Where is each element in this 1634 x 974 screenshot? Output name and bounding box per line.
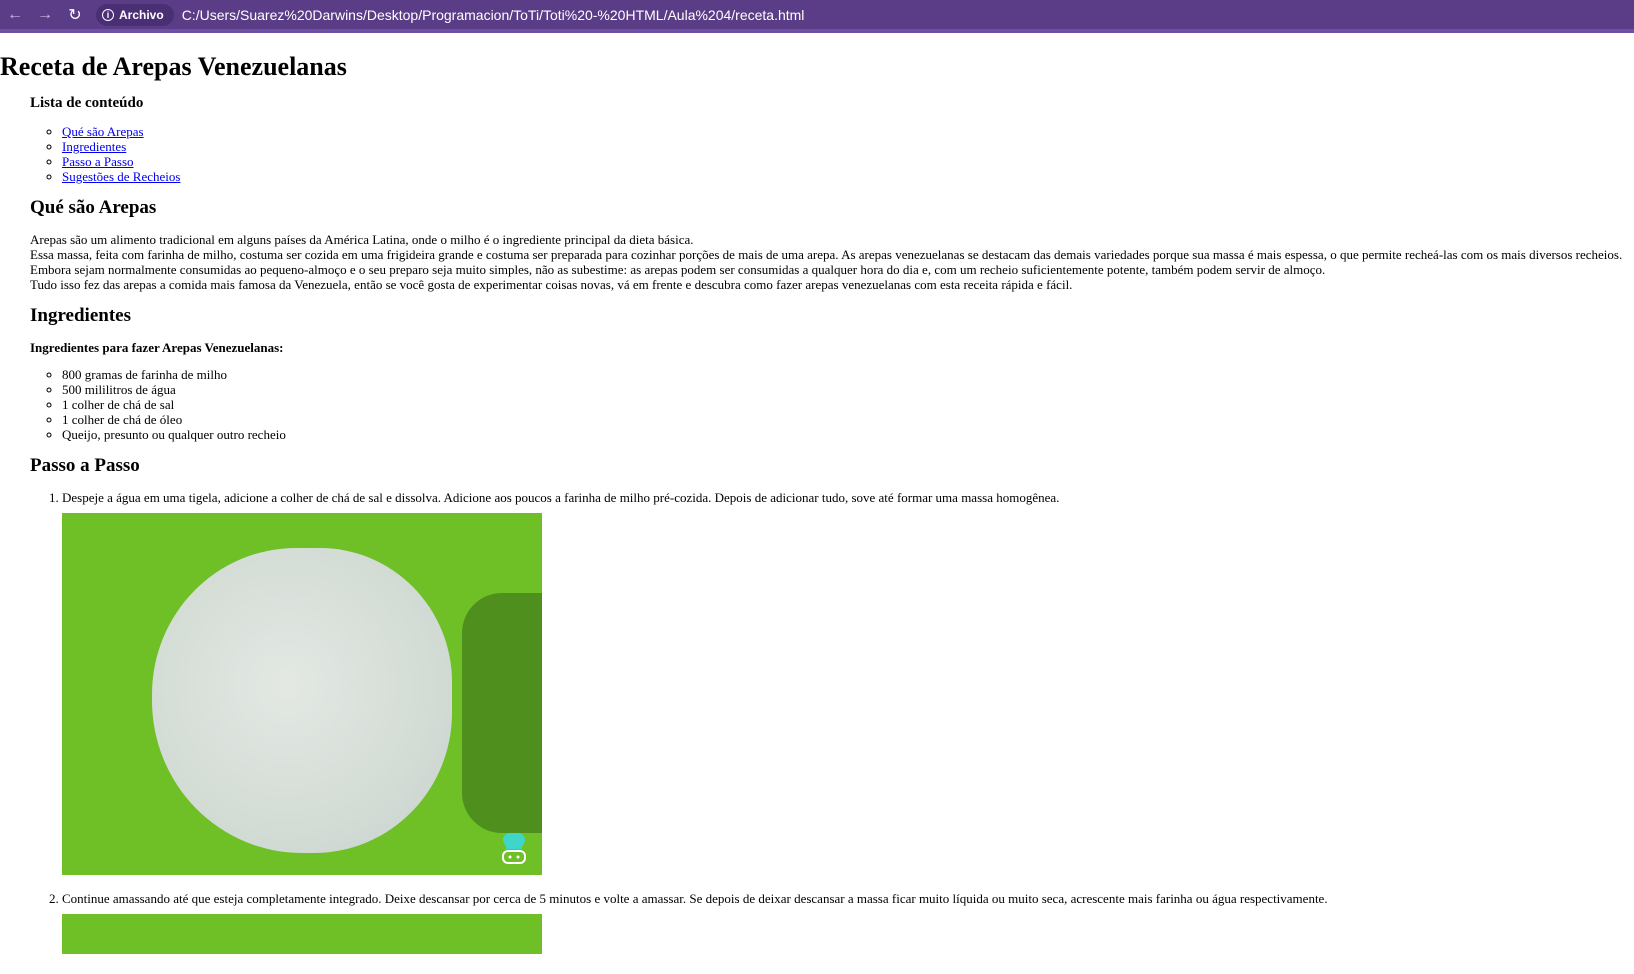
- toc-item: Ingredientes: [62, 139, 1634, 154]
- toc-link-sugestoes[interactable]: Sugestões de Recheios: [62, 169, 180, 184]
- toc-link-ingredientes[interactable]: Ingredientes: [62, 139, 126, 154]
- toc-item: Passo a Passo: [62, 154, 1634, 169]
- bowl-shadow: [462, 593, 542, 833]
- step-photo: [62, 513, 542, 875]
- dough-shape: [152, 548, 452, 853]
- toc-link-passo-a-passo[interactable]: Passo a Passo: [62, 154, 134, 169]
- reload-button[interactable]: ↻: [60, 3, 90, 27]
- forward-button[interactable]: →: [30, 3, 60, 27]
- ingredient-item: 800 gramas de farinha de milho: [62, 367, 1634, 382]
- toc-link-que-sao-arepas[interactable]: Qué são Arepas: [62, 124, 144, 139]
- ingredient-item: 1 colher de chá de óleo: [62, 412, 1634, 427]
- step-item: Despeje a água em uma tigela, adicione a…: [62, 490, 1634, 875]
- ingredients-list: 800 gramas de farinha de milho 500 milil…: [30, 367, 1634, 442]
- address-bar[interactable]: C:/Users/Suarez%20Darwins/Desktop/Progra…: [182, 7, 805, 23]
- steps-list: Despeje a água em uma tigela, adicione a…: [30, 490, 1634, 954]
- ingredient-item: 500 mililitros de água: [62, 382, 1634, 397]
- section-title-ingredientes: Ingredientes: [30, 305, 131, 326]
- site-info-chip[interactable]: i Archivo: [96, 3, 174, 26]
- paragraph-line: Arepas são um alimento tradicional em al…: [30, 232, 694, 247]
- browser-toolbar: ← → ↻ i Archivo C:/Users/Suarez%20Darwin…: [0, 0, 1634, 33]
- step-item: Continue amassando até que esteja comple…: [62, 891, 1634, 954]
- section-title-passo-a-passo: Passo a Passo: [30, 455, 140, 476]
- section-title-que-sao-arepas: Qué são Arepas: [30, 197, 157, 218]
- paragraph-line: Embora sejam normalmente consumidas ao p…: [30, 262, 1326, 277]
- toc-list: Qué são Arepas Ingredientes Passo a Pass…: [30, 124, 1634, 184]
- section-paragraph: Arepas são um alimento tradicional em al…: [30, 232, 1634, 292]
- ingredient-item: Queijo, presunto ou qualquer outro reche…: [62, 427, 1634, 442]
- arrow-right-icon: →: [37, 5, 53, 23]
- site-chip-label: Archivo: [119, 7, 164, 22]
- page-content: Receta de Arepas Venezuelanas Lista de c…: [0, 33, 1634, 954]
- toc-title: Lista de conteúdo: [30, 95, 144, 111]
- paragraph-line: Tudo isso fez das arepas a comida mais f…: [30, 277, 1073, 292]
- page-title: Receta de Arepas Venezuelanas: [0, 52, 347, 81]
- back-button[interactable]: ←: [0, 3, 30, 27]
- step-text: Continue amassando até que esteja comple…: [62, 891, 1328, 906]
- ingredients-heading: Ingredientes para fazer Arepas Venezuela…: [30, 340, 284, 355]
- info-icon: i: [102, 8, 114, 21]
- ingredient-item: 1 colher de chá de sal: [62, 397, 1634, 412]
- chef-hat-logo-icon: [502, 833, 526, 864]
- step-photo: [62, 914, 542, 954]
- step-text: Despeje a água em uma tigela, adicione a…: [62, 490, 1060, 505]
- reload-icon: ↻: [68, 6, 82, 24]
- paragraph-line: Essa massa, feita com farinha de milho, …: [30, 247, 1623, 262]
- arrow-left-icon: ←: [7, 5, 23, 23]
- toc-item: Qué são Arepas: [62, 124, 1634, 139]
- toc-item: Sugestões de Recheios: [62, 169, 1634, 184]
